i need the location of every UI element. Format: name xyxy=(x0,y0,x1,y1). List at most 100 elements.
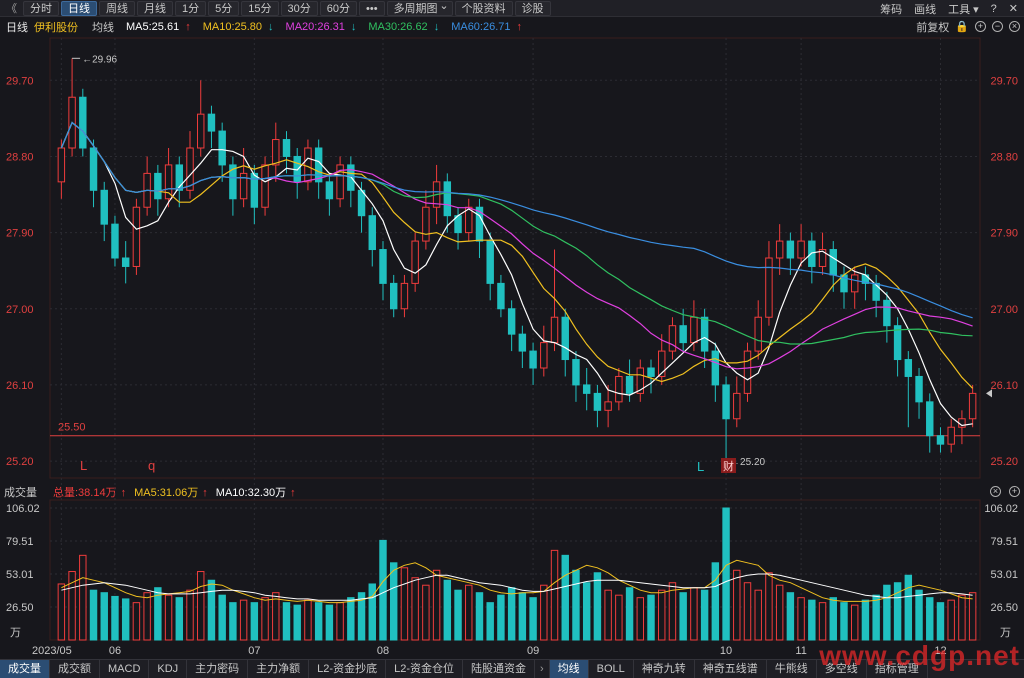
volume-bar xyxy=(175,597,184,641)
help-icon[interactable]: ? xyxy=(985,3,1003,15)
candle-body xyxy=(197,113,205,149)
back-icon[interactable]: 《 xyxy=(0,0,23,16)
close-icon[interactable]: ✕ xyxy=(1003,2,1024,15)
volume-bar xyxy=(336,602,344,641)
volume-bar xyxy=(486,602,494,641)
tab-daily[interactable]: 日线 xyxy=(61,0,97,16)
indicator-tab[interactable]: MACD xyxy=(100,660,150,678)
volume-bar xyxy=(475,592,484,641)
volume-bar xyxy=(840,602,848,641)
indicator-tab[interactable]: KDJ xyxy=(149,660,188,678)
zoom-out-icon[interactable]: − xyxy=(992,21,1003,32)
stock-name[interactable]: 伊利股份 xyxy=(34,19,78,35)
volume-bar xyxy=(754,589,762,641)
more-periods-button[interactable]: ••• xyxy=(359,0,385,16)
indicator-tab[interactable]: 主力密码 xyxy=(187,660,249,678)
candle-body xyxy=(743,350,752,394)
chip-button[interactable]: 筹码 xyxy=(874,1,908,17)
indicator-tab[interactable]: L2-资金抄底 xyxy=(309,660,387,678)
volume-tick-right: 106.02 xyxy=(984,503,1018,515)
candle-body xyxy=(422,206,430,242)
line-type-label[interactable]: 均线 xyxy=(92,19,114,35)
volume-bar xyxy=(679,592,687,641)
candlestick-chart[interactable]: 29.70 29.70 28.80 28.80 27.90 27.90 27.00 27.00… xyxy=(0,0,1024,678)
candle-body xyxy=(872,282,880,301)
lock-icon[interactable]: 🔒 xyxy=(955,20,969,33)
price-tick-right: 29.70 xyxy=(990,75,1018,87)
tab-30min[interactable]: 30分 xyxy=(280,0,318,16)
volume-bar xyxy=(540,584,548,641)
ma20-text: MA20:26.31 xyxy=(285,20,345,33)
volume-bar xyxy=(507,587,516,641)
candle-body xyxy=(840,274,848,293)
indicator-tab[interactable]: 主力净额 xyxy=(248,660,310,678)
candle-body xyxy=(175,164,184,191)
volume-bar xyxy=(132,602,141,641)
ma30-arrow: ↓ xyxy=(433,20,440,33)
volume-ma10: MA10:32.30万 ↑ xyxy=(212,484,296,500)
volume-close-icon[interactable]: × xyxy=(990,486,1001,497)
ma10-arrow: ↓ xyxy=(268,20,274,33)
tab-1min[interactable]: 1分 xyxy=(175,0,207,16)
volume-bar xyxy=(968,592,977,641)
candle-body xyxy=(132,206,141,267)
zoom-in-icon[interactable]: + xyxy=(975,21,986,32)
volume-add-icon[interactable]: + xyxy=(1009,486,1020,497)
stock-profile-button[interactable]: 个股资料 xyxy=(454,0,513,16)
indicator-tab[interactable]: L2-资金仓位 xyxy=(386,660,463,678)
ma10-text: MA10:25.80 xyxy=(202,20,263,33)
indicator-tab[interactable]: 神奇九转 xyxy=(634,660,695,678)
volume-total-text: 总量:38.14万 xyxy=(53,486,117,499)
indicator-tab[interactable]: 神奇五线谱 xyxy=(695,660,767,678)
volume-legend: 成交量 总量:38.14万 ↑ MA5:31.06万 ↑ MA10:32.30万 ↑ xyxy=(0,483,1024,500)
volume-bar xyxy=(443,579,452,641)
indicator-tab[interactable]: 陆股通资金 xyxy=(463,660,535,678)
price-tick-right: 26.10 xyxy=(990,380,1018,392)
tab-monthly[interactable]: 月线 xyxy=(137,0,173,16)
indicator-tab[interactable]: 成交额 xyxy=(50,660,100,678)
multi-period-dropdown[interactable]: 多周期图 ⌄ xyxy=(386,0,453,16)
price-tick-right: 27.00 xyxy=(990,304,1018,316)
ma30-value: MA30:26.62 ↓ xyxy=(362,21,439,33)
tab-60min[interactable]: 60分 xyxy=(319,0,357,16)
tab-15min[interactable]: 15分 xyxy=(241,0,279,16)
chevron-down-icon: ⌄ xyxy=(439,0,449,12)
indicator-tab[interactable]: 成交量 xyxy=(0,660,50,678)
scroll-right-icon[interactable]: › xyxy=(535,660,550,678)
candle-body xyxy=(615,375,623,403)
indicator-tab[interactable]: BOLL xyxy=(589,660,634,678)
draw-line-button[interactable]: 画线 xyxy=(908,1,942,17)
close-circle-icon[interactable]: × xyxy=(1009,21,1020,32)
volume-bar xyxy=(218,594,226,641)
volume-bar xyxy=(325,604,334,641)
volume-bar xyxy=(304,599,312,641)
tools-menu[interactable]: 工具 ▾ xyxy=(942,1,985,17)
candle-body xyxy=(818,249,827,267)
candle-body xyxy=(121,257,130,267)
volume-bar xyxy=(293,604,301,641)
candle-body xyxy=(529,350,537,369)
candle-body xyxy=(239,172,248,200)
volume-bar xyxy=(958,594,966,641)
indicator-tab[interactable]: 牛熊线 xyxy=(767,660,817,678)
tab-weekly[interactable]: 周线 xyxy=(99,0,135,16)
candle-body xyxy=(475,206,484,242)
volume-total-arrow: ↑ xyxy=(120,486,127,499)
adjust-dropdown[interactable]: 前复权 xyxy=(916,19,949,35)
tab-intraday[interactable]: 分时 xyxy=(23,0,59,16)
stock-diagnosis-button[interactable]: 诊股 xyxy=(514,0,551,16)
candle-body xyxy=(658,350,666,377)
ma5-arrow: ↑ xyxy=(185,20,191,33)
volume-controls: × + xyxy=(982,483,1020,500)
volume-bar xyxy=(829,597,837,641)
volume-bar xyxy=(926,597,934,641)
candle-body xyxy=(893,325,902,361)
indicator-tab[interactable]: 均线 xyxy=(549,660,589,678)
ma5-value: MA5:25.61 ↑ xyxy=(120,21,191,33)
date-tick: 06 xyxy=(109,645,121,657)
volume-ma5: MA5:31.06万 ↑ xyxy=(130,484,208,500)
volume-label[interactable]: 成交量 xyxy=(4,484,37,500)
tab-5min[interactable]: 5分 xyxy=(208,0,240,16)
candle-body xyxy=(411,240,419,284)
volume-bar xyxy=(261,597,269,641)
